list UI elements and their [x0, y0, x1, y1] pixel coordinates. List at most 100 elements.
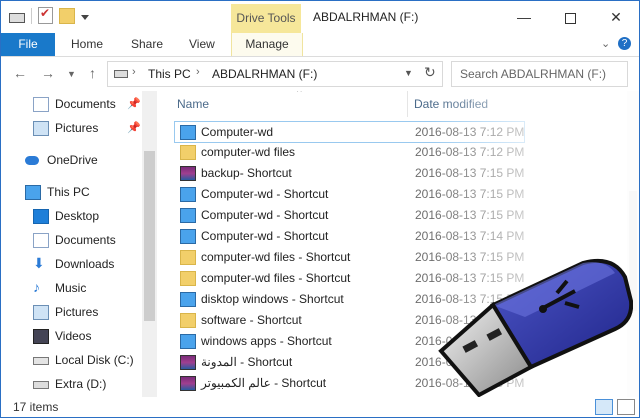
usb-drive-icon — [33, 381, 49, 389]
nav-item-label: Music — [55, 281, 87, 295]
search-input[interactable]: Search ABDALRHMAN (F:) — [451, 61, 628, 87]
chevron-down-icon[interactable]: ▼ — [404, 68, 413, 78]
file-name: computer-wd files - Shortcut — [201, 250, 351, 264]
breadcrumb-drive[interactable]: ABDALRHMAN (F:) — [212, 67, 317, 81]
minimize-button[interactable]: — — [501, 3, 547, 31]
nav-item-documents-quick[interactable]: Documents 📌 — [1, 93, 141, 115]
breadcrumb-this-pc[interactable]: This PC — [148, 67, 191, 81]
column-header-name[interactable]: Name — [177, 97, 209, 111]
nav-item-pictures-quick[interactable]: Pictures 📌 — [1, 117, 141, 139]
expand-ribbon-icon[interactable]: ⌄ — [601, 37, 610, 50]
computer-shortcut-icon — [180, 187, 196, 202]
folder-shortcut-icon — [180, 313, 196, 328]
local-disk-icon — [33, 357, 49, 365]
file-row[interactable]: Computer-wd 2016-08-13 7:12 PM — [174, 121, 525, 143]
address-bar[interactable]: › This PC › ABDALRHMAN (F:) ▼ ↻ — [107, 61, 443, 87]
archive-icon — [180, 376, 196, 391]
recent-locations-icon[interactable]: ▼ — [67, 69, 76, 79]
nav-item-downloads[interactable]: ⬇ Downloads — [1, 253, 141, 275]
onedrive-icon — [25, 156, 39, 165]
folder-icon — [180, 145, 196, 160]
nav-scrollbar[interactable] — [142, 91, 157, 397]
file-name: Computer-wd - Shortcut — [201, 187, 329, 201]
file-row[interactable]: backup- Shortcut 2016-08-13 7:15 PM — [175, 163, 525, 183]
nav-item-label: Downloads — [55, 257, 115, 271]
file-date: 2016-08-13 7:14 PM — [415, 229, 525, 243]
nav-item-label: Videos — [55, 329, 92, 343]
search-placeholder: Search ABDALRHMAN (F:) — [460, 67, 607, 81]
nav-item-label: Pictures — [55, 121, 99, 135]
file-name: computer-wd files - Shortcut — [201, 271, 351, 285]
large-icons-view-icon[interactable] — [617, 399, 635, 415]
tab-home[interactable]: Home — [71, 33, 103, 56]
file-date: 2016-08-13 7:15 PM — [415, 187, 525, 201]
file-name: disktop windows - Shortcut — [201, 292, 344, 306]
nav-item-local-disk[interactable]: Local Disk (C:) — [1, 349, 141, 371]
archive-icon — [180, 166, 196, 181]
tab-manage[interactable]: Manage — [231, 33, 303, 56]
nav-item-pictures[interactable]: Pictures — [1, 301, 141, 323]
column-divider[interactable] — [407, 91, 408, 117]
customize-toolbar-icon[interactable] — [81, 15, 89, 20]
file-name: Computer-wd — [201, 125, 274, 139]
scrollbar-thumb[interactable] — [144, 151, 155, 321]
file-row[interactable]: Computer-wd - Shortcut 2016-08-13 7:15 PM — [175, 205, 525, 225]
file-row[interactable]: computer-wd files 2016-08-13 7:12 PM — [175, 142, 525, 162]
title-bar: Drive Tools ABDALRHMAN (F:) — ✕ — [1, 1, 639, 33]
nav-item-videos[interactable]: Videos — [1, 325, 141, 347]
tab-file[interactable]: File — [1, 33, 55, 56]
back-arrow-icon[interactable]: ← — [13, 65, 27, 81]
folder-shortcut-icon — [180, 250, 196, 265]
documents-icon — [33, 233, 49, 248]
file-row[interactable]: Computer-wd - Shortcut 2016-08-13 7:14 PM — [175, 226, 525, 246]
computer-shortcut-icon — [180, 334, 196, 349]
chevron-right-icon[interactable]: › — [196, 66, 200, 78]
tab-view[interactable]: View — [189, 33, 215, 56]
nav-item-this-pc[interactable]: This PC — [1, 181, 141, 203]
file-name: المدونة - Shortcut — [201, 355, 293, 369]
close-button[interactable]: ✕ — [593, 3, 639, 31]
nav-item-label: Local Disk (C:) — [55, 353, 134, 367]
file-name: Computer-wd - Shortcut — [201, 208, 329, 222]
nav-item-label: Pictures — [55, 305, 99, 319]
file-name: software - Shortcut — [201, 313, 302, 327]
file-name: عالم الكمبيوتر - Shortcut — [201, 376, 327, 390]
nav-item-label: Documents — [55, 233, 116, 247]
file-date: 2016-08-13 7:12 PM — [415, 125, 525, 139]
up-arrow-icon[interactable]: ↑ — [89, 65, 96, 81]
folder-shortcut-icon — [180, 271, 196, 286]
file-date: 2016-08-13 7:15 PM — [415, 208, 525, 222]
tab-share[interactable]: Share — [131, 33, 163, 56]
computer-shortcut-icon — [180, 125, 196, 140]
nav-item-music[interactable]: ♪ Music — [1, 277, 141, 299]
refresh-icon[interactable]: ↻ — [424, 64, 436, 81]
nav-item-onedrive[interactable]: OneDrive — [1, 149, 141, 171]
computer-shortcut-icon — [180, 208, 196, 223]
forward-arrow-icon[interactable]: → — [41, 65, 55, 81]
archive-icon — [180, 355, 196, 370]
nav-item-documents[interactable]: Documents — [1, 229, 141, 251]
nav-item-extra[interactable]: Extra (D:) — [1, 373, 141, 395]
drive-icon — [9, 13, 25, 23]
column-header-date[interactable]: Date modified — [414, 97, 488, 111]
file-date: 2016-08-13 7:15 PM — [415, 166, 525, 180]
nav-item-label: Documents — [55, 97, 116, 111]
videos-icon — [33, 329, 49, 344]
nav-item-desktop[interactable]: Desktop — [1, 205, 141, 227]
help-icon[interactable]: ? — [618, 37, 631, 50]
music-icon: ♪ — [33, 279, 40, 295]
new-folder-icon[interactable] — [59, 7, 75, 24]
column-headers: ^ Name Date modified — [167, 91, 639, 117]
usb-flash-drive-icon — [438, 258, 633, 398]
file-row[interactable]: Computer-wd - Shortcut 2016-08-13 7:15 PM — [175, 184, 525, 204]
computer-icon — [25, 185, 41, 200]
properties-icon[interactable] — [38, 6, 53, 24]
details-view-icon[interactable] — [595, 399, 613, 415]
maximize-button[interactable] — [547, 3, 593, 31]
desktop-icon — [33, 209, 49, 224]
chevron-right-icon[interactable]: › — [132, 66, 136, 78]
pin-icon: 📌 — [127, 98, 141, 110]
quick-access-toolbar — [9, 6, 89, 24]
navigation-bar: ← → ▼ ↑ › This PC › ABDALRHMAN (F:) ▼ ↻ … — [1, 57, 639, 90]
file-name: windows apps - Shortcut — [201, 334, 332, 348]
